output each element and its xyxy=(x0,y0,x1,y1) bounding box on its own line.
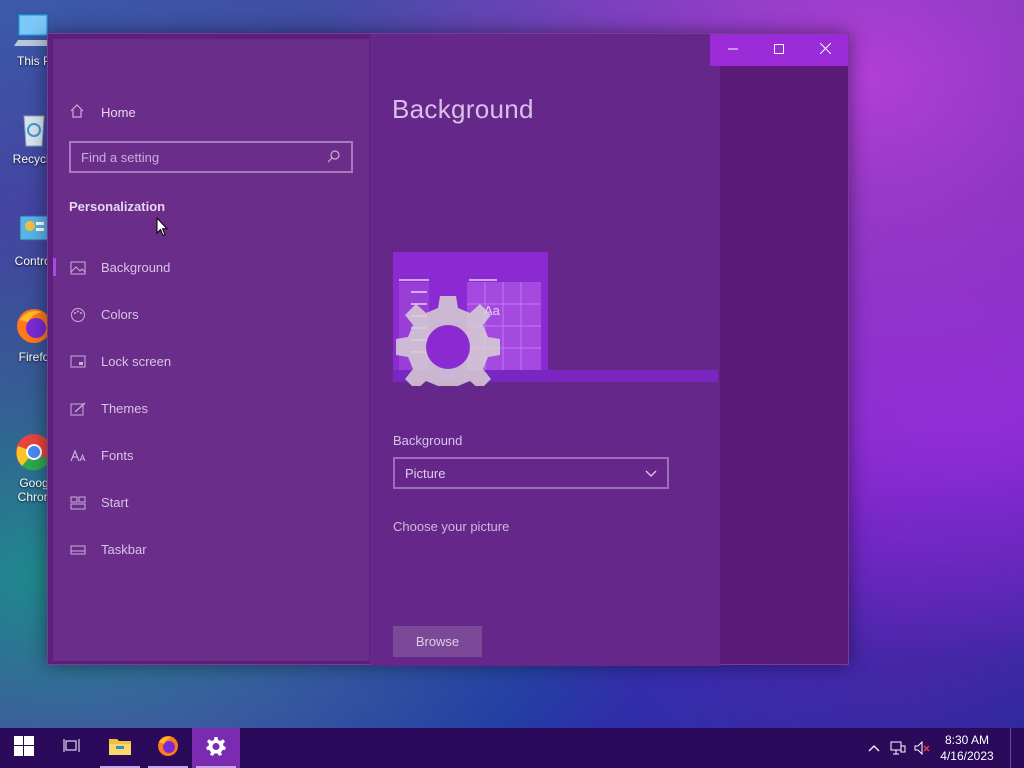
sidebar-item-start[interactable]: Start xyxy=(53,479,369,526)
window-right-area xyxy=(720,66,848,664)
network-icon[interactable] xyxy=(890,740,906,756)
font-icon xyxy=(69,448,87,464)
lock-screen-icon xyxy=(69,354,87,370)
sidebar-item-background[interactable]: Background xyxy=(53,244,369,291)
choose-picture-label: Choose your picture xyxy=(393,519,510,534)
section-title: Personalization xyxy=(69,199,166,214)
background-preview: Aa xyxy=(393,252,718,398)
main-content: Background Aa Background Picture Choose … xyxy=(370,34,720,666)
taskbar-firefox[interactable] xyxy=(144,728,192,768)
clock-date: 4/16/2023 xyxy=(940,749,994,763)
search-input[interactable]: Find a setting xyxy=(69,141,353,173)
show-desktop-button[interactable] xyxy=(1010,728,1014,768)
taskbar: 8:30 AM 4/16/2023 xyxy=(0,728,1024,768)
sidebar-item-taskbar[interactable]: Taskbar xyxy=(53,526,369,573)
file-explorer-icon xyxy=(108,736,132,761)
minimize-icon xyxy=(728,41,738,59)
brush-icon xyxy=(69,401,87,417)
chevron-up-icon[interactable] xyxy=(866,740,882,756)
sidebar-item-label: Start xyxy=(101,495,129,510)
home-icon xyxy=(69,103,85,122)
system-tray: 8:30 AM 4/16/2023 xyxy=(866,728,1024,768)
picture-icon xyxy=(69,260,87,276)
gear-icon xyxy=(396,296,500,398)
nav-home-label: Home xyxy=(101,105,136,120)
chevron-down-icon xyxy=(645,466,657,481)
settings-window: Home Find a setting Personalization Back… xyxy=(47,33,849,666)
taskbar-file-explorer[interactable] xyxy=(96,728,144,768)
title-bar-controls xyxy=(710,34,848,66)
sidebar-item-label: Fonts xyxy=(101,448,134,463)
close-icon xyxy=(819,41,831,59)
settings-icon xyxy=(206,736,226,761)
background-type-select[interactable]: Picture xyxy=(393,457,669,489)
taskbar-icon xyxy=(69,542,87,558)
maximize-button[interactable] xyxy=(756,34,802,66)
sidebar-item-label: Colors xyxy=(101,307,139,322)
close-button[interactable] xyxy=(802,34,848,66)
taskbar-settings[interactable] xyxy=(192,728,240,768)
search-icon xyxy=(327,149,341,166)
task-view-icon xyxy=(63,738,81,759)
sidebar: Home Find a setting Personalization Back… xyxy=(53,39,369,661)
page-title: Background xyxy=(392,94,534,124)
browse-button[interactable]: Browse xyxy=(393,626,482,657)
minimize-button[interactable] xyxy=(710,34,756,66)
start-icon xyxy=(69,495,87,511)
mouse-cursor-icon xyxy=(156,216,169,242)
sidebar-item-label: Lock screen xyxy=(101,354,172,369)
volume-muted-icon[interactable] xyxy=(914,740,930,756)
sidebar-item-label: Themes xyxy=(101,401,148,416)
select-value: Picture xyxy=(405,465,446,481)
task-view-button[interactable] xyxy=(48,728,96,768)
firefox-icon xyxy=(156,734,180,763)
start-button[interactable] xyxy=(0,728,48,768)
sidebar-item-colors[interactable]: Colors xyxy=(53,291,369,338)
sidebar-item-lock-screen[interactable]: Lock screen xyxy=(53,338,369,385)
palette-icon xyxy=(69,307,87,323)
sidebar-item-label: Background xyxy=(101,260,171,275)
sidebar-item-label: Taskbar xyxy=(101,542,147,557)
clock-time: 8:30 AM xyxy=(944,733,990,747)
maximize-icon xyxy=(774,41,784,59)
nav-list: Background Colors Lock screen Themes Fon… xyxy=(53,244,369,573)
sidebar-item-fonts[interactable]: Fonts xyxy=(53,432,369,479)
sidebar-item-themes[interactable]: Themes xyxy=(53,385,369,432)
nav-home[interactable]: Home xyxy=(69,103,136,122)
search-placeholder: Find a setting xyxy=(81,149,160,165)
clock[interactable]: 8:30 AM 4/16/2023 xyxy=(938,732,996,764)
windows-logo-icon xyxy=(14,735,34,761)
background-type-label: Background xyxy=(393,433,463,448)
